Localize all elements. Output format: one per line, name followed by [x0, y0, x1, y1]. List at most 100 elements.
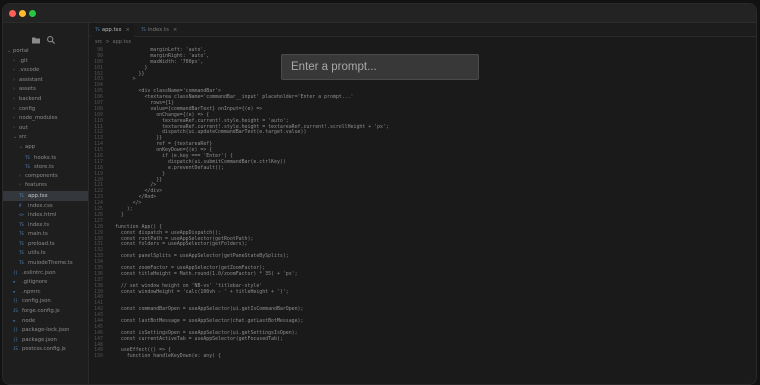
- close-window-button[interactable]: [9, 10, 16, 17]
- file-icon: TS: [25, 164, 30, 170]
- tab-bar: TS app.tsx × TS index.ts ×: [89, 23, 756, 37]
- tree-item-label: preload.ts: [28, 240, 55, 247]
- file-icon: <>: [19, 212, 24, 218]
- tree-item-label: .gitignore: [22, 279, 48, 286]
- file-icon: {}: [13, 269, 18, 275]
- breadcrumb-segment[interactable]: app.tsx: [113, 39, 132, 45]
- tree-item-label: app: [25, 143, 35, 150]
- tree-item[interactable]: TS app.tsx: [3, 190, 88, 201]
- sidebar-toolbar: [3, 23, 88, 47]
- close-tab-icon[interactable]: ×: [173, 27, 177, 33]
- tab-label: index.ts: [147, 27, 169, 33]
- tree-item-label: assets: [19, 86, 36, 93]
- code-line: 150 function handleKeyDown(e: any) {: [89, 353, 756, 360]
- tree-item-label: .npmrc: [22, 288, 41, 295]
- tree-item[interactable]: TS preload.ts: [3, 239, 88, 249]
- line-source: const windowHeight = 'calc(100vh - ' + t…: [115, 288, 289, 295]
- tree-item[interactable]: ⌄ app: [3, 143, 88, 153]
- tree-item[interactable]: ≡ .npmrc: [3, 287, 88, 297]
- tree-item[interactable]: › node_modules: [3, 114, 88, 124]
- tree-item-label: app.tsx: [28, 192, 48, 199]
- typescript-file-icon: TS: [141, 27, 146, 32]
- tree-item-label: forge.config.js: [22, 308, 60, 315]
- tree-item-label: postcss.config.js: [22, 346, 66, 353]
- line-source: const folders = useAppSelector(getFolder…: [115, 241, 248, 248]
- breadcrumb-segment: >: [105, 39, 110, 45]
- tree-item[interactable]: TS store.ts: [3, 162, 88, 172]
- tree-item[interactable]: JS forge.config.js: [3, 306, 88, 316]
- tree-item[interactable]: ⌄ src: [3, 133, 88, 143]
- tree-item-label: node_modules: [19, 115, 58, 122]
- maximize-window-button[interactable]: [29, 10, 36, 17]
- line-number: 150: [94, 353, 103, 360]
- search-icon[interactable]: [46, 30, 56, 45]
- tree-item-label: .vscode: [19, 67, 40, 74]
- tree-item[interactable]: ⌄ portal: [3, 47, 88, 57]
- tree-item[interactable]: {} .eslintrc.json: [3, 268, 88, 278]
- tree-item[interactable]: › assets: [3, 85, 88, 95]
- file-icon: ≡: [13, 288, 16, 294]
- tree-item-label: store.ts: [34, 164, 54, 171]
- tree-item-label: src: [19, 134, 27, 141]
- tree-item[interactable]: › components: [3, 172, 88, 182]
- file-icon: {}: [13, 336, 18, 342]
- line-source: const commandBarOpen = useAppSelector(ui…: [115, 306, 304, 313]
- file-icon: TS: [19, 221, 24, 227]
- tree-item[interactable]: › .vscode: [3, 66, 88, 76]
- file-icon: TS: [19, 250, 24, 256]
- tree-item[interactable]: TS utils.ts: [3, 248, 88, 258]
- typescript-file-icon: TS: [95, 27, 100, 32]
- tree-item-label: config: [19, 105, 36, 112]
- tree-item[interactable]: ≡ .gitignore: [3, 277, 88, 287]
- file-icon: TS: [19, 231, 24, 237]
- tree-item[interactable]: {} package-lock.json: [3, 325, 88, 335]
- tree-item[interactable]: TS main.ts: [3, 229, 88, 239]
- tree-item-label: package-lock.json: [22, 327, 70, 334]
- tree-item-label: .git: [19, 57, 28, 64]
- line-source: const titleHeight = Math.round(1.0/zoomF…: [115, 270, 298, 277]
- tree-item[interactable]: › backend: [3, 95, 88, 105]
- breadcrumb-segment[interactable]: src: [95, 39, 102, 45]
- tree-item[interactable]: {} config.json: [3, 296, 88, 306]
- tree-item-label: backend: [19, 95, 42, 102]
- tree-item-label: index.css: [28, 202, 53, 209]
- tree-item-label: assistant: [19, 76, 43, 83]
- tab-app-tsx[interactable]: TS app.tsx ×: [91, 23, 134, 37]
- tree-item-label: index.html: [28, 212, 57, 219]
- tree-item[interactable]: › features: [3, 181, 88, 191]
- file-icon: JS: [13, 308, 18, 314]
- file-icon: TS: [19, 240, 24, 246]
- close-tab-icon[interactable]: ×: [125, 27, 129, 33]
- file-icon: ≡: [13, 279, 16, 285]
- tree-item[interactable]: › .git: [3, 57, 88, 67]
- tree-item[interactable]: JS postcss.config.js: [3, 344, 88, 354]
- tree-item-label: out: [19, 124, 28, 131]
- line-source: const currentActiveTab = useAppSelector(…: [115, 335, 283, 342]
- tree-item-label: hooks.ts: [34, 154, 57, 161]
- tree-item[interactable]: TS hooks.ts: [3, 153, 88, 163]
- minimize-window-button[interactable]: [19, 10, 26, 17]
- titlebar: [3, 4, 756, 23]
- tree-item[interactable]: <> index.html: [3, 210, 88, 220]
- folder-icon[interactable]: [31, 30, 41, 44]
- prompt-input[interactable]: [282, 55, 478, 79]
- file-icon: {}: [13, 327, 18, 333]
- tree-item[interactable]: › assistant: [3, 76, 88, 86]
- tree-item[interactable]: ≡ node: [3, 316, 88, 326]
- tree-item-label: node: [22, 317, 36, 324]
- tree-item[interactable]: {} package.json: [3, 335, 88, 345]
- code-editor[interactable]: 98 marginLeft: 'auto', 99 marginRight: 'a…: [89, 47, 756, 384]
- tab-index-ts[interactable]: TS index.ts ×: [137, 23, 181, 37]
- tree-item-label: .eslintrc.json: [22, 269, 56, 276]
- tree-item-label: portal: [13, 48, 29, 54]
- tree-item[interactable]: › config: [3, 105, 88, 115]
- tree-item[interactable]: › out: [3, 124, 88, 134]
- command-bar: [281, 54, 479, 80]
- line-source: }: [115, 211, 124, 218]
- tree-item[interactable]: TS index.ts: [3, 220, 88, 230]
- tree-item[interactable]: # index.css: [3, 201, 88, 211]
- file-icon: {}: [13, 298, 18, 304]
- tree-item[interactable]: TS muiodeTheme.ts: [3, 258, 88, 268]
- file-tree: ⌄ portal › .git › .vscode › assistant › assets › ba…: [3, 47, 88, 354]
- tree-item-label: main.ts: [28, 231, 48, 238]
